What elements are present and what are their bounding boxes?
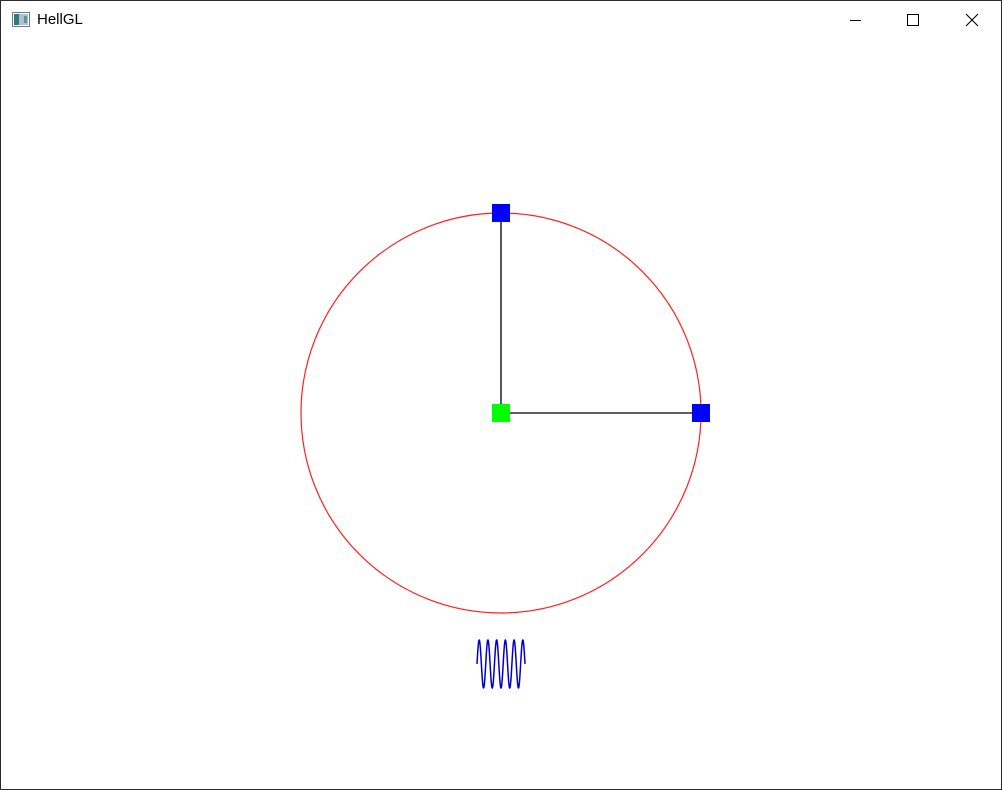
sine-wave-glyph bbox=[476, 639, 526, 689]
right-handle-point[interactable] bbox=[692, 404, 710, 422]
top-handle-point[interactable] bbox=[492, 204, 510, 222]
gl-canvas[interactable] bbox=[1, 1, 1001, 789]
center-point[interactable] bbox=[492, 404, 510, 422]
app-window: HellGL bbox=[0, 0, 1002, 790]
